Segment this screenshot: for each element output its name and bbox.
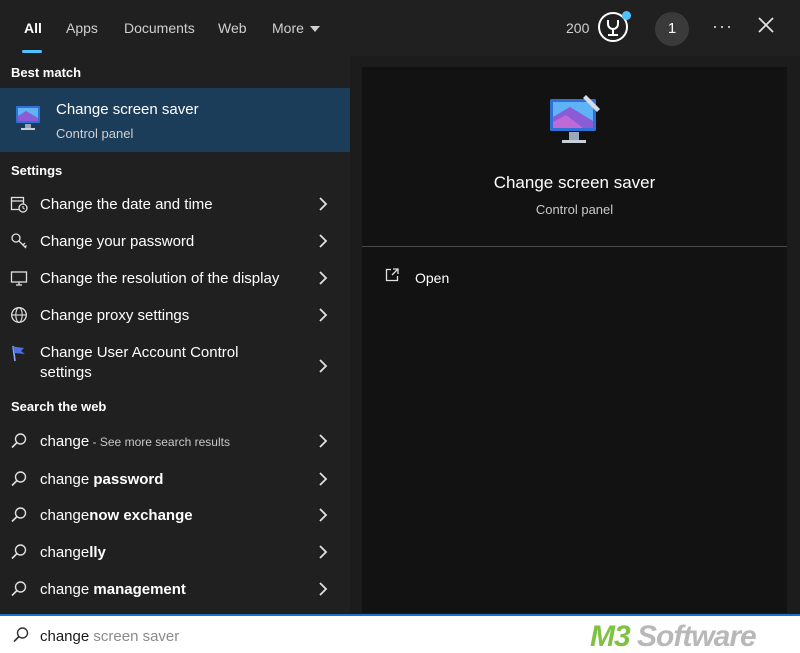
settings-item-label: Change User Account Control settings <box>40 344 239 381</box>
settings-item-resolution[interactable]: Change the resolution of the display <box>0 260 350 297</box>
best-match-item[interactable]: Change screen saver Control panel <box>0 88 350 152</box>
tab-more[interactable]: More <box>272 20 320 36</box>
search-typed-text: change <box>40 628 90 645</box>
settings-item-uac[interactable]: Change User Account Control settings <box>0 342 350 390</box>
query-completion: lly <box>89 544 106 561</box>
best-match-heading: Best match <box>11 65 82 80</box>
query-completion: management <box>93 581 186 598</box>
flag-icon <box>12 345 25 362</box>
settings-item-label: Change the date and time <box>40 196 213 213</box>
open-action-label: Open <box>415 270 450 286</box>
calendar-clock-icon <box>10 196 28 213</box>
search-suggestion-text: screen saver <box>89 628 180 645</box>
tab-apps[interactable]: Apps <box>66 20 98 36</box>
web-result-item[interactable]: change management <box>0 571 350 608</box>
chevron-right-icon <box>319 434 328 448</box>
chevron-right-icon <box>319 359 328 373</box>
search-icon <box>13 627 29 643</box>
settings-item-date-time[interactable]: Change the date and time <box>0 186 350 223</box>
web-result-label: changelly <box>40 544 106 561</box>
best-match-title: Change screen saver <box>56 101 199 118</box>
chevron-right-icon <box>319 308 328 322</box>
search-bar[interactable]: change screen saver M3 Software <box>0 614 800 653</box>
m3-software-watermark: M3 Software <box>590 620 757 653</box>
web-result-item[interactable]: changenow exchange <box>0 497 350 534</box>
globe-icon <box>11 307 27 323</box>
settings-item-proxy[interactable]: Change proxy settings <box>0 297 350 334</box>
web-result-item[interactable]: changelly <box>0 534 350 571</box>
web-result-label: change password <box>40 471 163 488</box>
query-text: change <box>40 471 94 488</box>
search-input[interactable]: change screen saver <box>40 628 179 645</box>
settings-item-label: Change proxy settings <box>40 307 190 324</box>
preview-pane: Change screen saver Control panel Open <box>362 67 787 613</box>
rewards-points: 200 <box>566 20 590 36</box>
web-result-label: change - See more search results <box>40 433 230 450</box>
preview-divider <box>362 246 787 247</box>
monitor-icon <box>10 271 28 286</box>
results-list: Best match Change screen saver Control p… <box>0 56 350 613</box>
screen-saver-icon <box>550 95 600 143</box>
search-icon <box>11 507 27 523</box>
tab-documents[interactable]: Documents <box>124 20 195 36</box>
key-icon <box>11 233 27 249</box>
watermark-m3: M3 <box>590 620 631 653</box>
screen-saver-icon <box>16 106 40 130</box>
search-icon <box>11 433 27 449</box>
caret-down-icon <box>309 26 320 33</box>
see-more-results-text: - See more search results <box>89 435 230 449</box>
tab-web[interactable]: Web <box>218 20 247 36</box>
chevron-right-icon <box>319 472 328 486</box>
search-icon <box>11 581 27 597</box>
search-icon <box>11 471 27 487</box>
query-text: change <box>40 581 94 598</box>
active-tab-indicator <box>22 50 42 53</box>
chevron-right-icon <box>319 582 328 596</box>
settings-heading: Settings <box>11 163 63 178</box>
tab-all[interactable]: All <box>24 20 42 36</box>
web-result-item[interactable]: change - See more search results <box>0 423 350 460</box>
more-options-button[interactable]: ··· <box>712 16 733 37</box>
query-text: change <box>40 507 90 524</box>
account-avatar[interactable]: 1 <box>655 12 689 46</box>
chevron-right-icon <box>319 197 328 211</box>
best-match-subtitle: Control panel <box>56 126 134 141</box>
query-completion: now exchange <box>89 507 193 524</box>
notification-dot <box>622 11 631 20</box>
web-result-item[interactable]: change password <box>0 461 350 498</box>
preview-subtitle: Control panel <box>535 202 614 217</box>
chevron-right-icon <box>319 545 328 559</box>
close-icon[interactable] <box>756 15 776 35</box>
tab-more-label: More <box>272 20 304 36</box>
settings-item-password[interactable]: Change your password <box>0 223 350 260</box>
search-web-heading: Search the web <box>11 399 107 414</box>
chevron-right-icon <box>319 508 328 522</box>
settings-item-label: Change your password <box>40 233 195 250</box>
chevron-right-icon <box>319 271 328 285</box>
chevron-right-icon <box>319 234 328 248</box>
watermark-software: Software <box>629 620 757 653</box>
open-external-icon <box>385 268 399 282</box>
preview-title: Change screen saver <box>493 173 656 192</box>
query-completion: password <box>93 471 164 488</box>
query-text: change <box>40 544 90 561</box>
open-action[interactable]: Open <box>384 267 584 291</box>
web-result-label: changenow exchange <box>40 507 193 524</box>
top-bar: All Apps Documents Web More 200 1 ··· <box>0 0 800 56</box>
web-result-label: change management <box>40 581 186 598</box>
query-text: change <box>40 433 90 450</box>
settings-item-label: Change the resolution of the display <box>40 270 280 287</box>
search-icon <box>11 544 27 560</box>
